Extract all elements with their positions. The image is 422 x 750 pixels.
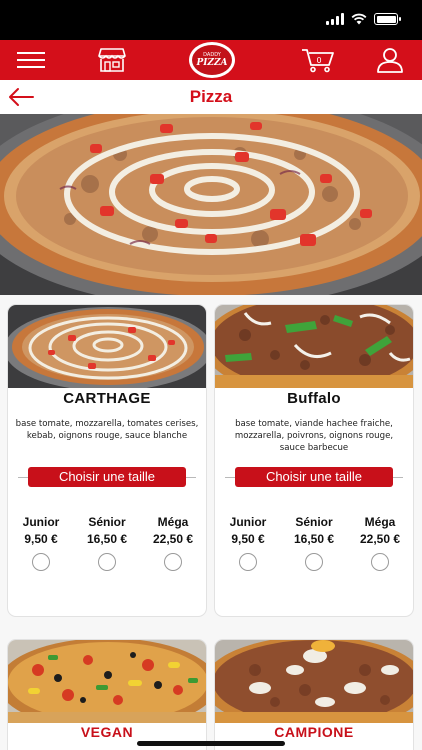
choose-size-button[interactable]: Choisir une taille <box>28 467 186 487</box>
size-radio[interactable] <box>239 553 257 571</box>
size-label: Junior <box>229 515 267 529</box>
signal-icon <box>326 13 344 25</box>
size-label: Sénior <box>295 515 333 529</box>
product-list: CARTHAGE base tomate, mozzarella, tomate… <box>0 295 422 750</box>
status-bar <box>0 0 422 40</box>
size-price: 22,50 € <box>359 532 401 546</box>
cart-button[interactable]: 0 <box>298 40 338 80</box>
product-card-vegan[interactable]: VEGAN <box>7 639 207 750</box>
brand-logo[interactable]: DADDY PIZZA <box>189 42 235 78</box>
product-name: CAMPIONE <box>274 724 354 740</box>
size-option-junior: Junior 9,50 € <box>215 515 281 575</box>
product-name: VEGAN <box>80 724 134 740</box>
page-title: Pizza <box>189 87 233 106</box>
size-option-senior: Sénior 16,50 € <box>281 515 347 575</box>
product-name: Buffalo <box>287 390 341 407</box>
profile-button[interactable] <box>370 40 410 80</box>
size-label: Méga <box>364 515 396 529</box>
size-option-mega: Méga 22,50 € <box>140 515 206 575</box>
size-option-junior: Junior 9,50 € <box>8 515 74 575</box>
size-label: Junior <box>22 515 60 529</box>
product-card-campione[interactable]: CAMPIONE <box>214 639 414 750</box>
battery-icon <box>374 13 401 25</box>
top-nav-bar: DADDY PIZZA 0 <box>0 40 422 80</box>
menu-button[interactable] <box>8 40 54 80</box>
user-icon <box>377 48 403 73</box>
cart-count-badge: 0 <box>316 56 322 65</box>
product-image <box>215 305 413 388</box>
product-card-carthage[interactable]: CARTHAGE base tomate, mozzarella, tomate… <box>7 304 207 617</box>
size-options: Junior 9,50 € Sénior 16,50 € Méga 22,50 … <box>215 515 413 575</box>
product-image <box>8 640 206 723</box>
product-image <box>8 305 206 388</box>
product-description: base tomate, viande hachee fraiche, mozz… <box>234 419 394 453</box>
product-card-buffalo[interactable]: Buffalo base tomate, viande hachee fraic… <box>214 304 414 617</box>
size-label: Sénior <box>88 515 126 529</box>
hamburger-menu-icon <box>17 52 45 68</box>
storefront-icon <box>98 48 126 72</box>
status-icons <box>326 13 401 25</box>
size-price: 16,50 € <box>293 532 335 546</box>
choose-size-button[interactable]: Choisir une taille <box>235 467 393 487</box>
size-label: Méga <box>157 515 189 529</box>
size-radio[interactable] <box>371 553 389 571</box>
size-radio[interactable] <box>32 553 50 571</box>
size-option-mega: Méga 22,50 € <box>347 515 413 575</box>
size-price: 22,50 € <box>152 532 194 546</box>
size-radio[interactable] <box>164 553 182 571</box>
size-options: Junior 9,50 € Sénior 16,50 € Méga 22,50 … <box>8 515 206 575</box>
hero-pizza-image <box>0 114 422 295</box>
size-radio[interactable] <box>305 553 323 571</box>
store-button[interactable] <box>92 40 132 80</box>
product-image <box>215 640 413 723</box>
page-header: Pizza <box>0 80 422 114</box>
size-price: 16,50 € <box>86 532 128 546</box>
size-radio[interactable] <box>98 553 116 571</box>
home-indicator <box>137 741 285 746</box>
product-name: CARTHAGE <box>63 390 151 407</box>
size-price: 9,50 € <box>24 532 58 546</box>
size-price: 9,50 € <box>231 532 265 546</box>
size-option-senior: Sénior 16,50 € <box>74 515 140 575</box>
wifi-icon <box>351 13 367 25</box>
product-description: base tomate, mozzarella, tomates cerises… <box>15 419 199 441</box>
